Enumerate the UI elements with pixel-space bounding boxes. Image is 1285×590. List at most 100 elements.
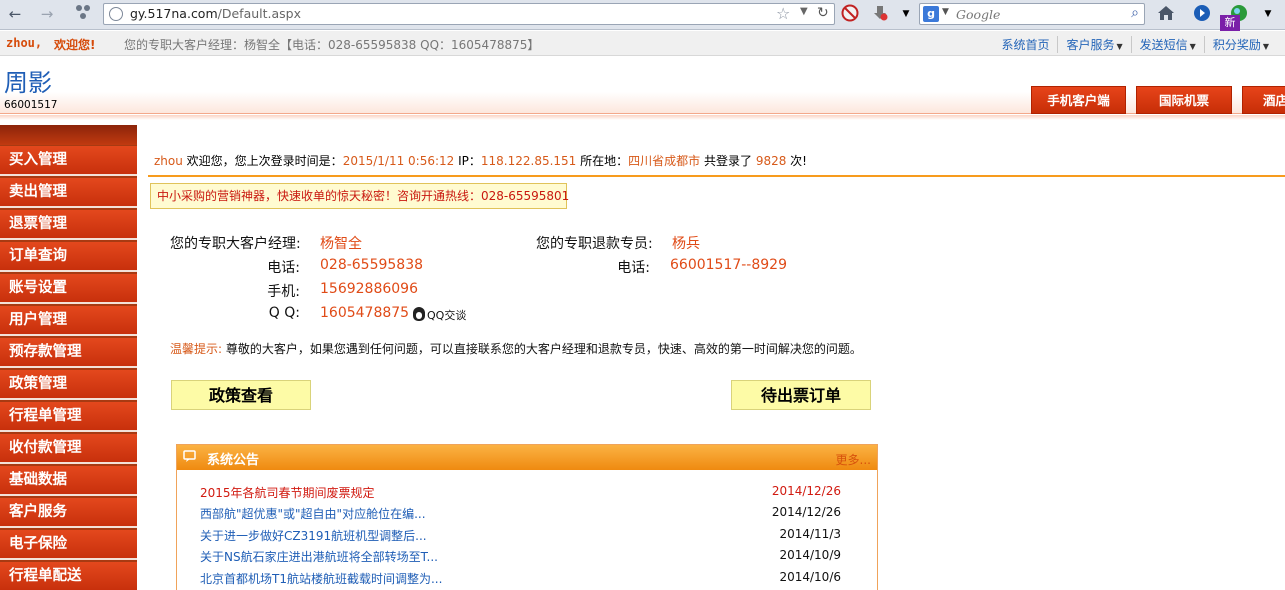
sidebar-item-order-query[interactable]: 订单查询 xyxy=(0,242,137,272)
forward-arrow-icon[interactable]: → xyxy=(36,3,58,25)
search-input[interactable]: Google xyxy=(956,7,1000,22)
notice-title-link[interactable]: 2015年各航司春节期间废票规定 xyxy=(200,484,375,501)
link-send-sms[interactable]: 发送短信 ▼ xyxy=(1132,35,1205,53)
notice-row[interactable]: 关于进一步做好CZ3191航班机型调整后... 2014/11/3 xyxy=(177,524,877,545)
notice-title-link[interactable]: 西部航"超优惠"或"超自由"对应舱位在编... xyxy=(200,505,426,522)
notice-row[interactable]: 西部航"超优惠"或"超自由"对应舱位在编... 2014/12/26 xyxy=(177,502,877,523)
adblock-icon[interactable] xyxy=(840,4,860,24)
manager-name: 杨智全 xyxy=(320,236,362,252)
browser-toolbar: ← → gy.517na.com/Default.aspx ☆ ▼ ↻ ▼ g … xyxy=(0,0,1285,30)
history-icon[interactable] xyxy=(72,3,94,25)
search-box[interactable]: g ▼ Google ⌕ xyxy=(919,3,1145,25)
caret-down-icon: ▼ xyxy=(1262,41,1269,51)
sidebar-item-customer-service[interactable]: 客户服务 xyxy=(0,498,137,528)
notice-date: 2014/10/9 xyxy=(779,548,841,562)
tab-international-tickets[interactable]: 国际机票 xyxy=(1136,86,1232,114)
notice-title-link[interactable]: 关于进一步做好CZ3191航班机型调整后... xyxy=(200,527,427,544)
caret-down-icon: ▼ xyxy=(1116,41,1123,51)
google-engine-icon[interactable]: g xyxy=(923,6,939,22)
site-header: 周影 66001517 手机客户端 国际机票 酒店 xyxy=(0,57,1285,114)
notice-header: 系统公告 更多... xyxy=(177,445,877,470)
brand-code: 66001517 xyxy=(4,99,58,111)
ip-label: IP： xyxy=(454,154,481,168)
login-welcome-line: zhou 欢迎您，您上次登录时间是：2015/1/11 0:56:12 IP：1… xyxy=(154,152,807,169)
sidebar-item-e-insurance[interactable]: 电子保险 xyxy=(0,530,137,560)
sidebar-item-deposit-manage[interactable]: 预存款管理 xyxy=(0,338,137,368)
last-login-time: 2015/1/11 0:56:12 xyxy=(342,154,455,168)
chevron-down-icon[interactable]: ▼ xyxy=(896,4,916,24)
notice-title-link[interactable]: 关于NS航石家庄进出港航班将全部转场至T... xyxy=(200,548,438,565)
sidebar-item-policy-manage[interactable]: 政策管理 xyxy=(0,370,137,400)
bookmark-star-icon[interactable]: ☆ xyxy=(776,4,790,23)
location: 四川省成都市 xyxy=(628,154,701,168)
location-label: 所在地： xyxy=(576,154,629,168)
media-icon[interactable] xyxy=(1192,4,1212,24)
home-icon[interactable] xyxy=(1156,4,1176,24)
chevron-down-icon[interactable]: ▼ xyxy=(1258,4,1278,24)
welcome-user: zhou xyxy=(154,154,183,168)
pending-ticket-orders-button[interactable]: 待出票订单 xyxy=(731,380,871,410)
qq-penguin-icon xyxy=(413,307,425,321)
back-arrow-icon[interactable]: ← xyxy=(4,3,26,25)
sidebar-item-itinerary-delivery[interactable]: 行程单配送 xyxy=(0,562,137,590)
caret-down-icon: ▼ xyxy=(1189,41,1196,51)
login-count: 9828 xyxy=(755,154,787,168)
manager-phone: 028-65595838 xyxy=(320,257,424,273)
manager-qq: 1605478875 xyxy=(320,305,410,321)
sidebar-top xyxy=(0,125,137,145)
manager-mobile: 15692886096 xyxy=(320,281,418,297)
welcome-text: 欢迎您! xyxy=(54,38,96,52)
sidebar-item-payment-manage[interactable]: 收付款管理 xyxy=(0,434,137,464)
sidebar: 买入管理 卖出管理 退票管理 订单查询 账号设置 用户管理 预存款管理 政策管理… xyxy=(0,125,137,590)
top-nav-links: 系统首页 客户服务 ▼ 发送短信 ▼ 积分奖励 ▼ xyxy=(993,35,1277,53)
header-shade xyxy=(0,115,1285,120)
address-text[interactable]: gy.517na.com/Default.aspx xyxy=(130,6,301,21)
notice-row[interactable]: 2015年各航司春节期间废票规定 2014/12/26 xyxy=(177,481,877,502)
link-points-reward[interactable]: 积分奖励 ▼ xyxy=(1205,36,1277,53)
tab-mobile-client[interactable]: 手机客户端 xyxy=(1031,86,1126,114)
globe-icon xyxy=(109,7,123,21)
notice-date: 2014/11/3 xyxy=(779,527,841,541)
notice-date: 2014/12/26 xyxy=(771,484,841,498)
refund-phone-label: 电话: xyxy=(617,260,650,276)
speech-bubble-icon xyxy=(183,450,196,462)
sidebar-item-base-data[interactable]: 基础数据 xyxy=(0,466,137,496)
tab-hotel[interactable]: 酒店 xyxy=(1242,86,1285,114)
user-info-bar: zhou, 欢迎您! 您的专职大客户经理：杨智全【电话：028-65595838… xyxy=(0,31,1285,56)
login-count-suffix: 次! xyxy=(786,154,807,168)
link-home[interactable]: 系统首页 xyxy=(993,35,1059,53)
notice-row[interactable]: 北京首都机场T1航站楼航班截载时间调整为... 2014/10/6 xyxy=(177,567,877,588)
username: zhou, xyxy=(6,36,43,50)
mobile-label: 手机: xyxy=(267,284,300,300)
chevron-down-icon[interactable]: ▼ xyxy=(942,7,949,17)
search-icon[interactable]: ⌕ xyxy=(1131,5,1139,21)
qq-chat-link[interactable]: QQ交谈 xyxy=(413,307,466,323)
refund-label: 您的专职退款专员: xyxy=(536,236,653,252)
refund-phone: 66001517--8929 xyxy=(670,257,787,273)
notice-row[interactable]: 关于NS航石家庄进出港航班将全部转场至T... 2014/10/9 xyxy=(177,545,877,566)
welcome-text: 欢迎您，您上次登录时间是： xyxy=(182,154,343,168)
sidebar-item-user-manage[interactable]: 用户管理 xyxy=(0,306,137,336)
new-badge: 新 xyxy=(1220,15,1240,31)
reload-icon[interactable]: ↻ xyxy=(817,5,829,21)
address-bar[interactable]: gy.517na.com/Default.aspx ☆ ▼ ↻ xyxy=(103,3,835,25)
chevron-down-icon[interactable]: ▼ xyxy=(800,6,808,17)
qq-label: Q Q: xyxy=(268,305,300,321)
sidebar-item-itinerary-manage[interactable]: 行程单管理 xyxy=(0,402,137,432)
brand-name: 周影 xyxy=(4,69,52,97)
download-icon[interactable] xyxy=(870,4,890,24)
notice-more-link[interactable]: 更多... xyxy=(836,451,871,468)
link-customer-service[interactable]: 客户服务 ▼ xyxy=(1058,35,1132,53)
notice-title-link[interactable]: 北京首都机场T1航站楼航班截载时间调整为... xyxy=(200,570,442,587)
manager-info: 您的专职大客户经理：杨智全【电话：028-65595838 QQ：1605478… xyxy=(124,38,540,52)
sidebar-item-buy-manage[interactable]: 买入管理 xyxy=(0,146,137,176)
policy-view-button[interactable]: 政策查看 xyxy=(171,380,311,410)
ip-address: 118.122.85.151 xyxy=(480,154,577,168)
notice-date: 2014/12/26 xyxy=(771,505,841,519)
sidebar-item-sell-manage[interactable]: 卖出管理 xyxy=(0,178,137,208)
notice-date: 2014/10/6 xyxy=(779,570,841,584)
sidebar-item-refund-manage[interactable]: 退票管理 xyxy=(0,210,137,240)
phone-label: 电话: xyxy=(267,260,300,276)
promo-banner[interactable]: 中小采购的营销神器，快速收单的惊天秘密！咨询开通热线：028-65595801 xyxy=(150,183,569,209)
sidebar-item-account-settings[interactable]: 账号设置 xyxy=(0,274,137,304)
